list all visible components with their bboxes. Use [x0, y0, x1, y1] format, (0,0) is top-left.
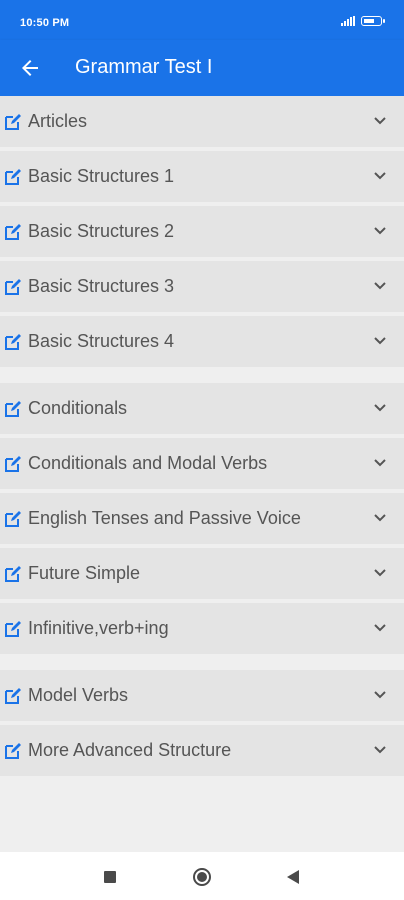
list-item[interactable]: Basic Structures 2 — [0, 206, 404, 257]
chevron-down-icon — [374, 459, 386, 467]
status-time: 10:50 PM — [20, 17, 70, 29]
chevron-down-icon — [374, 117, 386, 125]
list-item[interactable]: Model Verbs — [0, 670, 404, 721]
list-item-label: Conditionals and Modal Verbs — [28, 453, 268, 473]
topic-group: Conditionals Conditionals and Modal Verb… — [0, 383, 404, 654]
chevron-down-icon — [374, 691, 386, 699]
chevron-down-icon — [374, 514, 386, 522]
list-item-label: Basic Structures 1 — [28, 166, 175, 186]
status-bar: 10:50 PM — [0, 0, 404, 40]
list-item-label: Conditionals — [28, 398, 128, 418]
chevron-down-icon — [374, 746, 386, 754]
recent-apps-button[interactable] — [104, 871, 116, 883]
battery-icon — [361, 16, 385, 26]
status-icons — [341, 16, 385, 26]
list-item-label: Future Simple — [28, 563, 141, 583]
edit-icon — [5, 224, 21, 240]
list-item-label: More Advanced Structure — [28, 740, 232, 760]
edit-icon — [5, 169, 21, 185]
topic-group: Articles Basic Structures 1 Basic Struct… — [0, 96, 404, 367]
list-item[interactable]: Basic Structures 1 — [0, 151, 404, 202]
edit-icon — [5, 743, 21, 759]
chevron-down-icon — [374, 624, 386, 632]
list-item-label: Articles — [28, 111, 88, 131]
list-item-label: Basic Structures 4 — [28, 331, 175, 351]
list-item[interactable]: Basic Structures 3 — [0, 261, 404, 312]
app-bar: Grammar Test I — [0, 40, 404, 96]
chevron-down-icon — [374, 404, 386, 412]
list-item-label: English Tenses and Passive Voice — [28, 508, 301, 528]
list-item[interactable]: Conditionals — [0, 383, 404, 434]
chevron-down-icon — [374, 569, 386, 577]
list-item-label: Model Verbs — [28, 685, 129, 705]
edit-icon — [5, 401, 21, 417]
list-item[interactable]: Basic Structures 4 — [0, 316, 404, 367]
edit-icon — [5, 621, 21, 637]
system-nav-bar — [0, 852, 404, 900]
back-arrow-icon[interactable] — [18, 56, 42, 80]
chevron-down-icon — [374, 172, 386, 180]
list-item-label: Basic Structures 3 — [28, 276, 175, 296]
edit-icon — [5, 114, 21, 130]
edit-icon — [5, 566, 21, 582]
chevron-down-icon — [374, 227, 386, 235]
list-item-label: Basic Structures 2 — [28, 221, 175, 241]
home-button[interactable] — [193, 868, 211, 886]
list-item[interactable]: More Advanced Structure — [0, 725, 404, 776]
topic-list: Articles Basic Structures 1 Basic Struct… — [0, 96, 404, 792]
edit-icon — [5, 511, 21, 527]
page-title: Grammar Test I — [75, 56, 213, 78]
topic-group: Model Verbs More Advanced Structure — [0, 670, 404, 776]
system-back-button[interactable] — [287, 870, 299, 884]
list-item[interactable]: Infinitive,verb+ing — [0, 603, 404, 654]
list-item[interactable]: Conditionals and Modal Verbs — [0, 438, 404, 489]
list-item-label: Infinitive,verb+ing — [28, 618, 169, 638]
edit-icon — [5, 334, 21, 350]
list-item[interactable]: English Tenses and Passive Voice — [0, 493, 404, 544]
edit-icon — [5, 456, 21, 472]
signal-icon — [341, 16, 355, 26]
chevron-down-icon — [374, 337, 386, 345]
list-item[interactable]: Future Simple — [0, 548, 404, 599]
chevron-down-icon — [374, 282, 386, 290]
list-item[interactable]: Articles — [0, 96, 404, 147]
edit-icon — [5, 688, 21, 704]
edit-icon — [5, 279, 21, 295]
